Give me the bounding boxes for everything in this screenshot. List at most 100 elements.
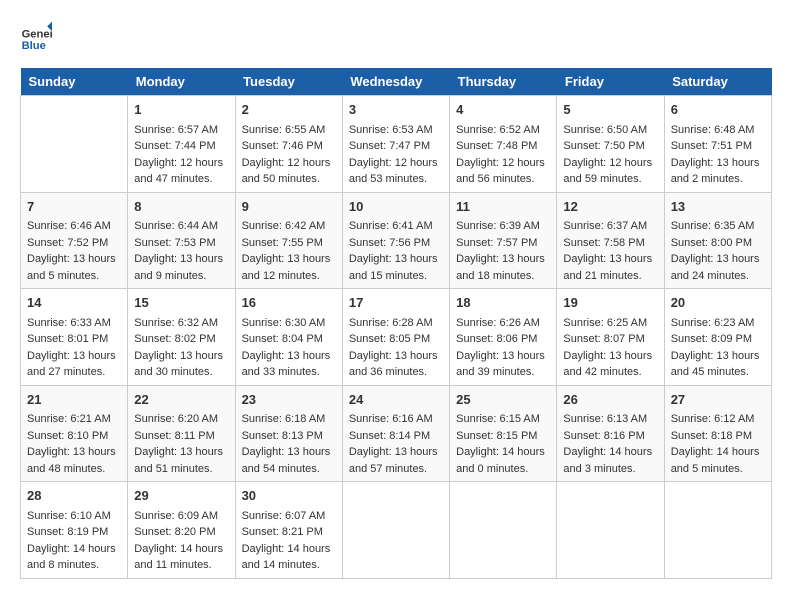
cell-content-line: Sunset: 8:19 PM [27,524,121,541]
cell-content-line: Daylight: 13 hours [134,444,228,461]
calendar-cell: 20Sunrise: 6:23 AMSunset: 8:09 PMDayligh… [664,289,771,386]
calendar-cell: 8Sunrise: 6:44 AMSunset: 7:53 PMDaylight… [128,192,235,289]
day-number: 22 [134,390,228,410]
cell-content-line: Sunset: 8:06 PM [456,331,550,348]
cell-content-line: Sunrise: 6:25 AM [563,315,657,332]
cell-content-line: Sunset: 8:01 PM [27,331,121,348]
cell-content-line: Sunset: 8:10 PM [27,428,121,445]
cell-content-line: Sunrise: 6:09 AM [134,508,228,525]
cell-content-line: Daylight: 13 hours [456,348,550,365]
calendar-week-row: 21Sunrise: 6:21 AMSunset: 8:10 PMDayligh… [21,385,772,482]
cell-content-line: Daylight: 13 hours [27,251,121,268]
cell-content-line: Daylight: 12 hours [134,155,228,172]
day-number: 5 [563,100,657,120]
cell-content-line: Daylight: 12 hours [242,155,336,172]
cell-content-line: Sunrise: 6:26 AM [456,315,550,332]
cell-content-line: Sunrise: 6:52 AM [456,122,550,139]
calendar-cell: 15Sunrise: 6:32 AMSunset: 8:02 PMDayligh… [128,289,235,386]
cell-content-line: Sunset: 7:58 PM [563,235,657,252]
cell-content-line: and 27 minutes. [27,364,121,381]
calendar-cell: 12Sunrise: 6:37 AMSunset: 7:58 PMDayligh… [557,192,664,289]
cell-content-line: Daylight: 13 hours [134,251,228,268]
svg-text:General: General [22,29,52,41]
cell-content-line: and 56 minutes. [456,171,550,188]
cell-content-line: and 36 minutes. [349,364,443,381]
day-number: 6 [671,100,765,120]
cell-content-line: Sunset: 7:52 PM [27,235,121,252]
cell-content-line: Daylight: 13 hours [349,444,443,461]
cell-content-line: and 59 minutes. [563,171,657,188]
cell-content-line: Sunset: 7:51 PM [671,138,765,155]
calendar-cell: 1Sunrise: 6:57 AMSunset: 7:44 PMDaylight… [128,96,235,193]
cell-content-line: and 12 minutes. [242,268,336,285]
day-number: 8 [134,197,228,217]
cell-content-line: Sunrise: 6:12 AM [671,411,765,428]
cell-content-line: Sunrise: 6:32 AM [134,315,228,332]
cell-content-line: Sunset: 7:56 PM [349,235,443,252]
calendar-cell: 6 Sunrise: 6:48 AMSunset: 7:51 PMDaylight… [664,96,771,193]
day-number: 28 [27,486,121,506]
calendar-cell [557,482,664,579]
cell-content-line: Daylight: 14 hours [456,444,550,461]
calendar-cell: 18Sunrise: 6:26 AMSunset: 8:06 PMDayligh… [450,289,557,386]
calendar-header-row: SundayMondayTuesdayWednesdayThursdayFrid… [21,68,772,96]
cell-content-line: Sunset: 8:02 PM [134,331,228,348]
calendar-header-cell: Monday [128,68,235,96]
cell-content-line: Sunset: 8:09 PM [671,331,765,348]
day-number: 23 [242,390,336,410]
cell-content-line: Sunset: 8:13 PM [242,428,336,445]
cell-content-line: and 33 minutes. [242,364,336,381]
calendar-header-cell: Sunday [21,68,128,96]
cell-content-line: and 57 minutes. [349,461,443,478]
calendar-cell: 13Sunrise: 6:35 AMSunset: 8:00 PMDayligh… [664,192,771,289]
cell-content-line: and 2 minutes. [671,171,765,188]
cell-content-line: and 14 minutes. [242,557,336,574]
page-header: General Blue [20,20,772,52]
cell-content-line: and 21 minutes. [563,268,657,285]
cell-content-line: Daylight: 13 hours [563,251,657,268]
cell-content-line: and 18 minutes. [456,268,550,285]
cell-content-line: Daylight: 13 hours [671,348,765,365]
cell-content-line: Daylight: 13 hours [242,444,336,461]
cell-content-line: Sunset: 8:20 PM [134,524,228,541]
cell-content-line: Sunset: 8:16 PM [563,428,657,445]
logo: General Blue [20,20,52,52]
cell-content-line: Sunset: 7:44 PM [134,138,228,155]
cell-content-line: Sunrise: 6:13 AM [563,411,657,428]
cell-content-line: Daylight: 13 hours [134,348,228,365]
calendar-cell: 4Sunrise: 6:52 AMSunset: 7:48 PMDaylight… [450,96,557,193]
svg-text:Blue: Blue [22,40,46,52]
day-number: 29 [134,486,228,506]
calendar-cell: 23Sunrise: 6:18 AMSunset: 8:13 PMDayligh… [235,385,342,482]
cell-content-line: Daylight: 13 hours [671,155,765,172]
cell-content-line: and 8 minutes. [27,557,121,574]
cell-content-line: Sunrise: 6:15 AM [456,411,550,428]
day-number: 3 [349,100,443,120]
cell-content-line: and 9 minutes. [134,268,228,285]
cell-content-line: Sunrise: 6:44 AM [134,218,228,235]
cell-content-line: Daylight: 13 hours [456,251,550,268]
calendar-cell: 7Sunrise: 6:46 AMSunset: 7:52 PMDaylight… [21,192,128,289]
calendar-cell [21,96,128,193]
calendar-cell: 17Sunrise: 6:28 AMSunset: 8:05 PMDayligh… [342,289,449,386]
calendar-header-cell: Thursday [450,68,557,96]
cell-content-line: and 42 minutes. [563,364,657,381]
cell-content-line: Sunrise: 6:10 AM [27,508,121,525]
cell-content-line: Sunrise: 6:48 AM [671,122,765,139]
cell-content-line: Sunrise: 6:46 AM [27,218,121,235]
cell-content-line: Daylight: 13 hours [27,444,121,461]
cell-content-line: Sunrise: 6:28 AM [349,315,443,332]
calendar-cell: 10Sunrise: 6:41 AMSunset: 7:56 PMDayligh… [342,192,449,289]
calendar-week-row: 28 Sunrise: 6:10 AMSunset: 8:19 PM Dayligh… [21,482,772,579]
day-number: 26 [563,390,657,410]
day-number: 20 [671,293,765,313]
calendar-cell: 25Sunrise: 6:15 AMSunset: 8:15 PMDayligh… [450,385,557,482]
day-number: 7 [27,197,121,217]
cell-content-line: Daylight: 14 hours [242,541,336,558]
calendar-cell: 11Sunrise: 6:39 AMSunset: 7:57 PMDayligh… [450,192,557,289]
cell-content-line: Sunset: 8:15 PM [456,428,550,445]
cell-content-line: and 39 minutes. [456,364,550,381]
cell-content-line: Sunrise: 6:57 AM [134,122,228,139]
cell-content-line: Daylight: 13 hours [671,251,765,268]
calendar-week-row: 14Sunrise: 6:33 AMSunset: 8:01 PMDayligh… [21,289,772,386]
